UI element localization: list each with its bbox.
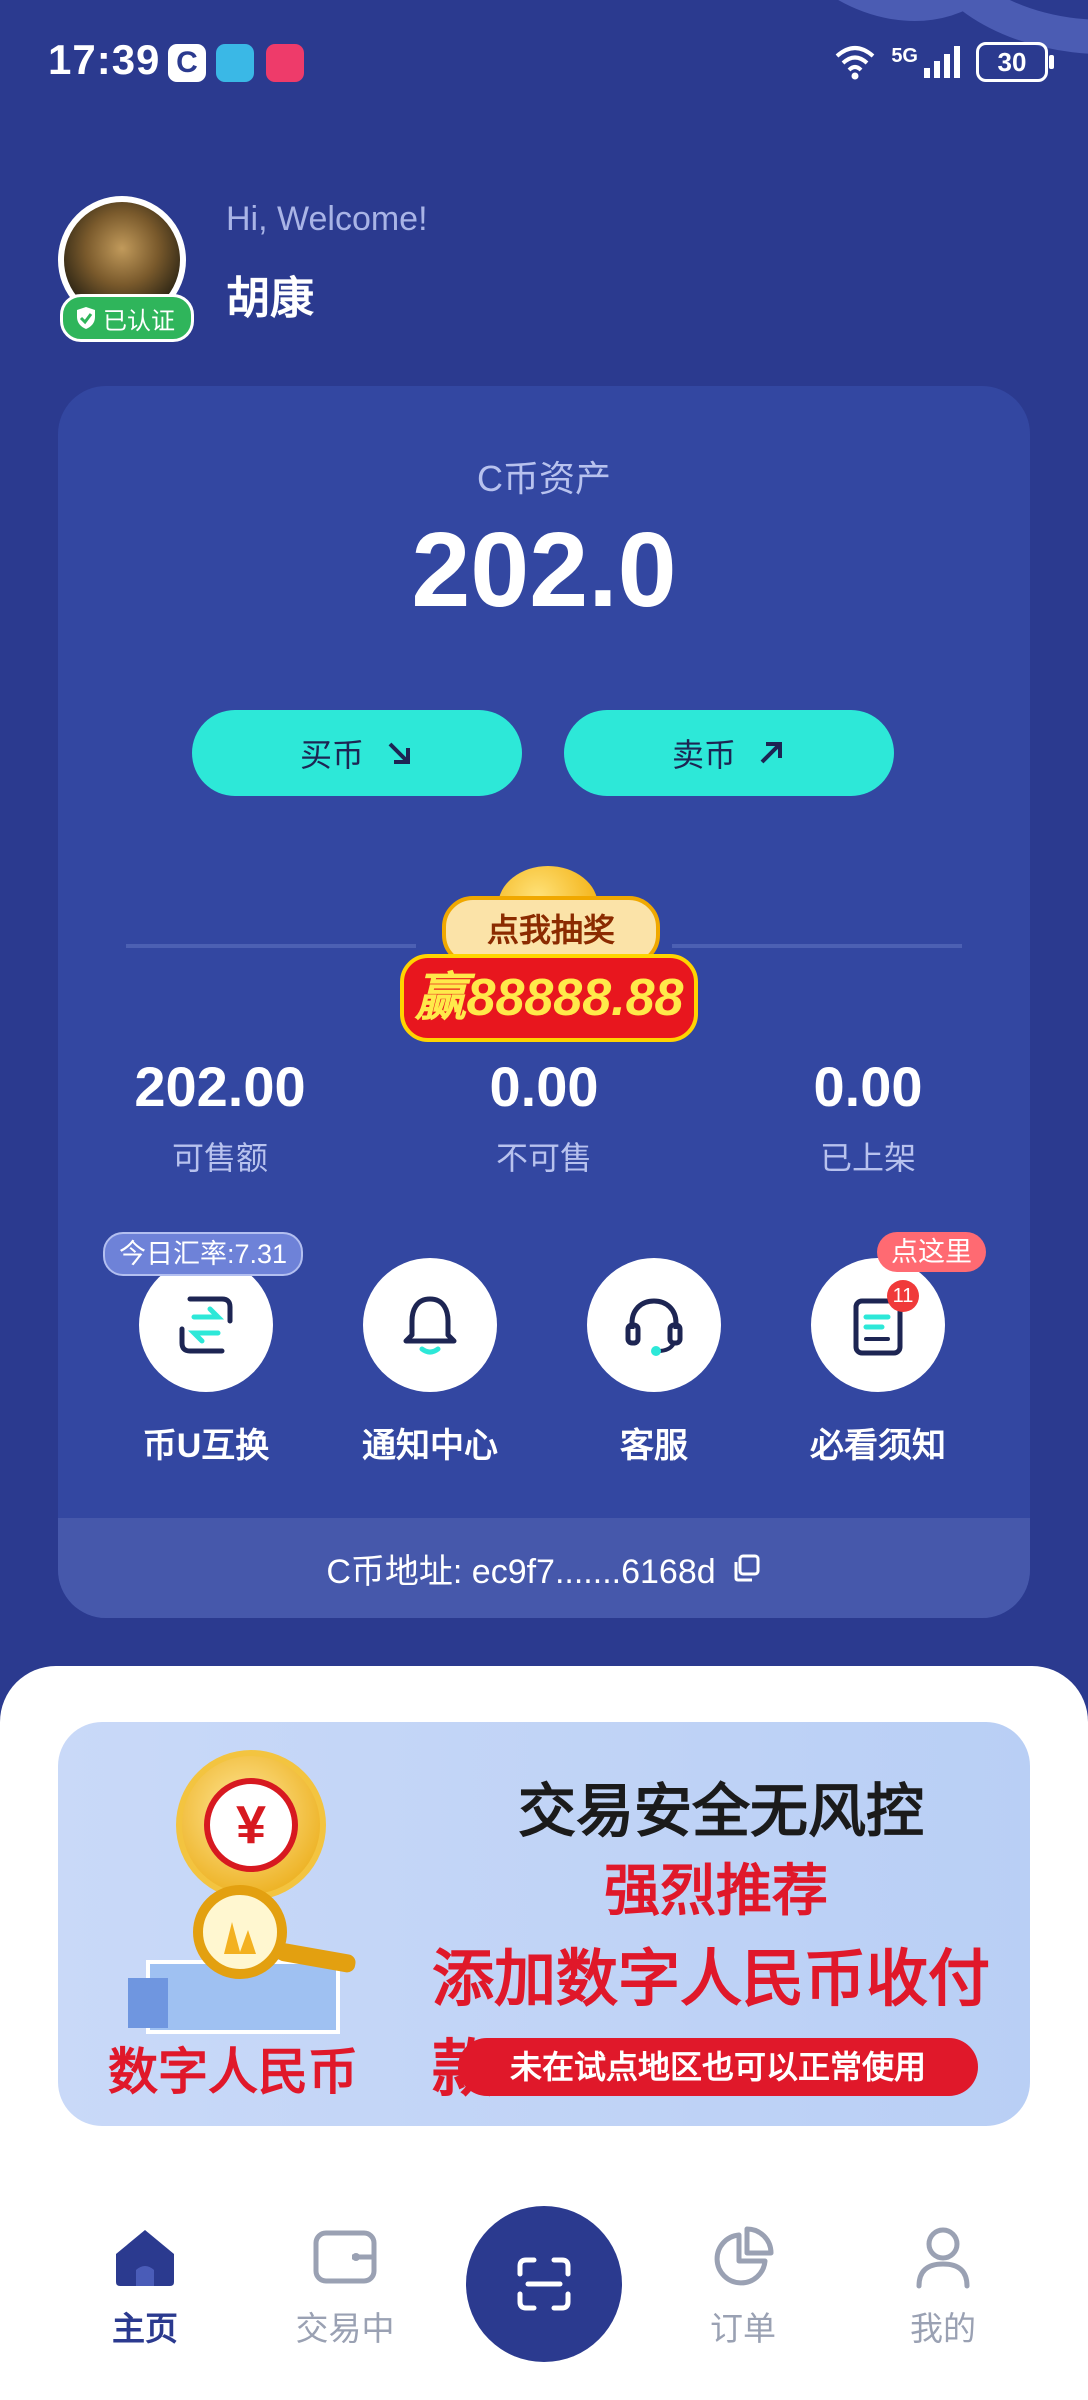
verified-badge: 已认证 (60, 294, 194, 342)
asset-label: C币资产 (477, 458, 611, 499)
must-read-button[interactable]: 点这里 11 必看须知 (766, 1232, 990, 1467)
video-app-icon (266, 44, 304, 82)
bell-icon (403, 1296, 457, 1355)
tab-trading[interactable]: 交易中 (260, 2222, 430, 2350)
status-indicators: 5G 30 (833, 40, 1054, 84)
battery-indicator: 30 (976, 42, 1054, 82)
must-read-circle[interactable]: 点这里 11 (811, 1232, 986, 1392)
banner-line-2: 强烈推荐 (604, 1859, 828, 1922)
home-icon (105, 2222, 185, 2292)
stat-value: 202.00 (134, 1055, 306, 1118)
lottery-button[interactable]: 点我抽奖 赢88888.88 (400, 866, 698, 1042)
divider-right (672, 944, 962, 948)
notification-circle[interactable] (363, 1258, 497, 1392)
asset-value: 202.0 (411, 511, 677, 629)
sell-button[interactable]: 卖币 (564, 710, 894, 796)
address-bar[interactable]: C币地址: ec9f7.......6168d (58, 1518, 1030, 1618)
buy-label: 买币 (299, 737, 364, 773)
signal-icon (924, 46, 960, 78)
promo-banner[interactable]: ¥ 数字人民币 交易安全无风控 强烈推荐 添加数字人民币收付款 未在试点地区也可… (58, 1722, 1030, 2126)
wallet-icon (305, 2222, 385, 2292)
click-here-tag: 点这里 (877, 1232, 986, 1272)
tab-home[interactable]: 主页 (60, 2222, 230, 2350)
exchange-icon (179, 1296, 233, 1354)
customer-service-button[interactable]: 客服 (542, 1258, 766, 1467)
network-type: 5G (891, 44, 918, 67)
profile-icon (903, 2222, 983, 2292)
unread-badge: 11 (887, 1280, 919, 1312)
bottom-nav: 主页 交易中 订单 我的 (0, 2170, 1088, 2400)
stat-value: 0.00 (813, 1055, 923, 1118)
stat-sellable: 202.00 可售额 (58, 1054, 382, 1179)
notification-center-button[interactable]: 通知中心 (318, 1258, 542, 1467)
banner-line-1: 交易安全无风控 (518, 1779, 925, 1844)
pie-chart-icon (703, 2222, 783, 2292)
copy-icon[interactable] (730, 1552, 762, 1584)
buy-button[interactable]: 买币 (192, 710, 522, 796)
tab-label: 我的 (910, 2310, 976, 2347)
scan-icon (517, 2257, 571, 2311)
c-app-icon: C (168, 44, 206, 82)
stat-label: 不可售 (495, 1140, 592, 1176)
stat-label: 已上架 (819, 1140, 916, 1176)
sell-label: 卖币 (671, 737, 736, 773)
tab-label: 主页 (112, 2310, 178, 2347)
stat-unsellable: 0.00 不可售 (382, 1054, 706, 1179)
book-app-icon (216, 44, 254, 82)
divider-left (126, 944, 416, 948)
stat-listed: 0.00 已上架 (706, 1054, 1030, 1179)
scan-button[interactable] (466, 2206, 622, 2362)
rate-tag: 今日汇率:7.31 (103, 1232, 304, 1276)
digital-rmb-coin-icon: ¥ (176, 1750, 326, 1900)
action-label: 通知中心 (362, 1427, 498, 1465)
lottery-prize-text: 赢88888.88 (400, 954, 698, 1042)
clock: 17:39 (48, 36, 161, 83)
action-label: 必看须知 (810, 1427, 946, 1465)
greeting: Hi, Welcome! (226, 200, 428, 238)
shield-check-icon (77, 307, 95, 329)
verified-label: 已认证 (103, 307, 175, 335)
magnifier-icon (128, 1885, 356, 2034)
exchange-button[interactable]: 今日汇率:7.31 币U互换 (94, 1232, 318, 1467)
action-label: 币U互换 (142, 1427, 270, 1465)
tab-profile[interactable]: 我的 (858, 2222, 1028, 2350)
banner-line-4: 未在试点地区也可以正常使用 (458, 2038, 978, 2096)
stat-label: 可售额 (171, 1140, 268, 1176)
address-text: C币地址: ec9f7.......6168d (326, 1552, 716, 1591)
action-label: 客服 (620, 1427, 688, 1465)
tab-label: 交易中 (295, 2310, 395, 2347)
quick-actions: 今日汇率:7.31 币U互换 通知中心 客服 点这里 11 必看须知 (58, 1232, 1030, 1498)
stats-row: 202.00 可售额 0.00 不可售 0.00 已上架 (58, 1054, 1030, 1179)
yuan-symbol-icon: ¥ (204, 1778, 298, 1872)
arrow-up-right-icon (760, 742, 782, 764)
arrow-down-right-icon (388, 742, 410, 764)
status-bar: 17:39 C 5G 30 (0, 0, 1088, 120)
stat-value: 0.00 (489, 1055, 599, 1118)
wifi-icon (835, 46, 875, 80)
user-name: 胡康 (226, 274, 314, 323)
headset-icon (625, 1298, 683, 1356)
tab-orders[interactable]: 订单 (658, 2222, 828, 2350)
service-circle[interactable] (587, 1258, 721, 1392)
exchange-circle[interactable]: 今日汇率:7.31 (103, 1232, 304, 1392)
banner-logo-label: 数字人民币 (108, 2044, 358, 2100)
asset-card: C币资产 202.0 买币 卖币 点我抽奖 赢88888.88 202.00 可… (58, 386, 1030, 1618)
tab-label: 订单 (710, 2310, 776, 2347)
